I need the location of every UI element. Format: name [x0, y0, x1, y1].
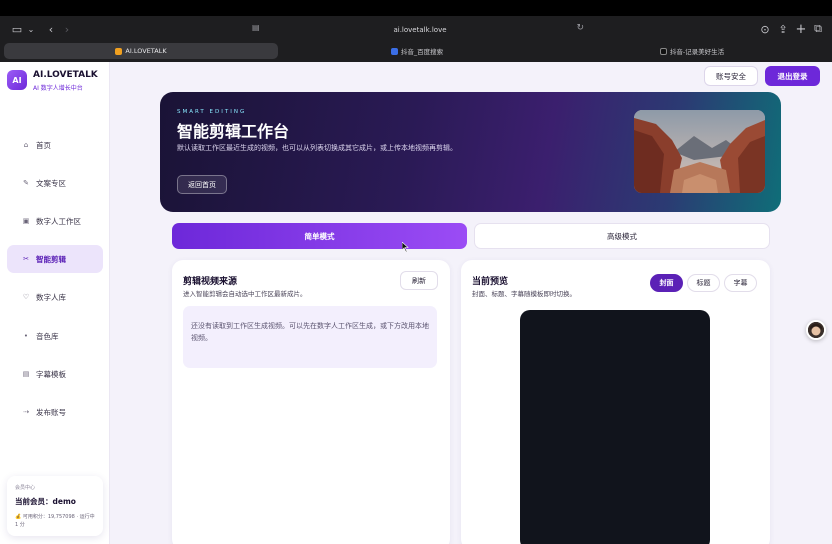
main-content: 账号安全 退出登录 SMART EDITING 智能剪辑工作台 默认读取工作区最… [110, 62, 832, 544]
refresh-button[interactable]: 刷新 [400, 271, 438, 290]
hero-description: 默认读取工作区最近生成的视频，也可以从列表切换成其它成片，或上传本地视频再剪辑。 [177, 144, 457, 152]
card-title: 当前预览 [472, 277, 509, 287]
sidebar-item-digital-human-workspace[interactable]: ▣ 数字人工作区 [7, 207, 103, 235]
forward-icon[interactable]: › [58, 20, 76, 38]
tab-baidu[interactable]: 抖音_百度搜索 [282, 43, 552, 59]
download-icon[interactable]: ⊙ [756, 20, 774, 38]
back-home-button[interactable]: 返回首页 [177, 175, 227, 194]
reload-icon[interactable]: ↻ [576, 23, 584, 33]
screen-top-bezel [0, 0, 832, 16]
tab-label: AI.LOVETALK [125, 47, 167, 55]
member-points: 💰 可用积分：19,757098 · 运行中 1 分 [15, 514, 95, 528]
sidebar-item-label: 音色库 [36, 331, 59, 341]
segment-subtitle[interactable]: 字幕 [724, 274, 757, 292]
tab-ai-lovetalk[interactable]: AI.LOVETALK [4, 43, 278, 59]
segment-title[interactable]: 标题 [687, 274, 720, 292]
logo: AI [7, 70, 27, 90]
card-title: 剪辑视频来源 [183, 277, 238, 287]
new-tab-icon[interactable]: + [792, 20, 810, 38]
card-subtitle: 进入智能剪辑会自动选中工作区最新成片。 [183, 290, 307, 298]
tab-bar: AI.LOVETALK 抖音_百度搜索 抖音-记录美好生活 [0, 43, 832, 60]
sidebar-item-label: 数字人工作区 [36, 216, 81, 226]
sidebar-item-home[interactable]: ⌂ 首页 [7, 131, 103, 159]
dot-icon: • [23, 332, 29, 340]
empty-state-message: 还没有读取到工作区生成视频。可以先在数字人工作区生成，或下方改用本地视频。 [183, 306, 437, 368]
list-icon: ▤ [22, 370, 30, 378]
hero-kicker: SMART EDITING [177, 109, 247, 115]
video-source-card: 剪辑视频来源 进入智能剪辑会自动选中工作区最新成片。 刷新 还没有读取到工作区生… [172, 260, 450, 544]
address-text: ai.lovetalk.love [393, 25, 447, 34]
app-viewport: AI AI.LOVETALK AI 数字人增长中台 ⌂ 首页 ✎ 文案专区 ▣ … [0, 62, 832, 544]
sidebar-item-label: 字幕模板 [36, 369, 66, 379]
segment-cover[interactable]: 封面 [650, 274, 683, 292]
browser-chrome: ▭ ⌄ ‹ › ▤ ai.lovetalk.love ↻ ⊙ ⇪ + ⧉ AI.… [0, 16, 832, 62]
brand-tagline: AI 数字人增长中台 [33, 85, 83, 92]
tab-overview-icon[interactable]: ⧉ [809, 20, 827, 38]
sidebar-item-smart-editing[interactable]: ✂ 智能剪辑 [7, 245, 103, 273]
send-icon: ⇢ [23, 408, 29, 416]
avatar-face-icon [808, 322, 824, 338]
pen-icon: ✎ [23, 179, 29, 187]
tab-favicon-icon [659, 47, 667, 55]
mouse-pointer-icon [401, 237, 410, 253]
browser-toolbar: ▭ ⌄ ‹ › ▤ ai.lovetalk.love ↻ ⊙ ⇪ + ⧉ [0, 16, 832, 42]
brand-name: AI.LOVETALK [33, 70, 98, 80]
logout-button[interactable]: 退出登录 [765, 66, 820, 86]
sidebar-item-label: 发布账号 [36, 407, 66, 417]
hero-canyon-image [634, 110, 765, 193]
page-settings-icon[interactable]: ▤ [252, 23, 260, 32]
hero-banner: SMART EDITING 智能剪辑工作台 默认读取工作区最近生成的视频，也可以… [160, 92, 781, 212]
video-preview-frame[interactable] [520, 310, 710, 544]
tab-simple-mode[interactable]: 简单模式 [172, 223, 467, 249]
tab-label: 抖音-记录美好生活 [669, 48, 725, 56]
sidebar-item-publish-accounts[interactable]: ⇢ 发布账号 [7, 398, 103, 426]
scissors-icon: ✂ [23, 255, 29, 263]
home-icon: ⌂ [23, 141, 29, 149]
sidebar-item-voice-library[interactable]: • 音色库 [7, 322, 103, 350]
sidebar-item-label: 文案专区 [36, 178, 66, 188]
sidebar: AI AI.LOVETALK AI 数字人增长中台 ⌂ 首页 ✎ 文案专区 ▣ … [0, 62, 110, 544]
heart-icon: ♡ [22, 293, 30, 301]
member-name: 当前会员：demo [15, 497, 76, 506]
card-subtitle: 封面、标题、字幕随模板即时切换。 [472, 290, 576, 298]
address-bar[interactable]: ▤ ai.lovetalk.love ↻ [250, 21, 590, 38]
canyon-illustration [634, 110, 765, 193]
sidebar-item-label: 首页 [36, 140, 51, 150]
assistant-avatar[interactable] [806, 320, 826, 340]
tab-favicon-icon [115, 47, 123, 55]
sidebar-item-label: 智能剪辑 [36, 254, 66, 264]
sidebar-item-subtitle-templates[interactable]: ▤ 字幕模板 [7, 360, 103, 388]
tab-label: 抖音_百度搜索 [400, 48, 444, 56]
member-card[interactable]: 会员中心 当前会员：demo 💰 可用积分：19,757098 · 运行中 1 … [7, 476, 103, 536]
tab-favicon-icon [390, 47, 398, 55]
account-security-button[interactable]: 账号安全 [704, 66, 758, 86]
share-icon[interactable]: ⇪ [774, 20, 792, 38]
page-title: 智能剪辑工作台 [177, 122, 290, 141]
chevron-down-icon[interactable]: ⌄ [22, 20, 40, 38]
preview-card: 当前预览 封面、标题、字幕随模板即时切换。 封面 标题 字幕 [461, 260, 770, 544]
tab-douyin[interactable]: 抖音-记录美好生活 [556, 43, 828, 59]
tab-advanced-mode[interactable]: 高级模式 [474, 223, 770, 249]
member-caption: 会员中心 [15, 485, 36, 491]
grid-icon: ▣ [22, 217, 30, 225]
sidebar-item-digital-human-library[interactable]: ♡ 数字人库 [7, 283, 103, 311]
sidebar-item-copywriting[interactable]: ✎ 文案专区 [7, 169, 103, 197]
sidebar-item-label: 数字人库 [36, 292, 66, 302]
